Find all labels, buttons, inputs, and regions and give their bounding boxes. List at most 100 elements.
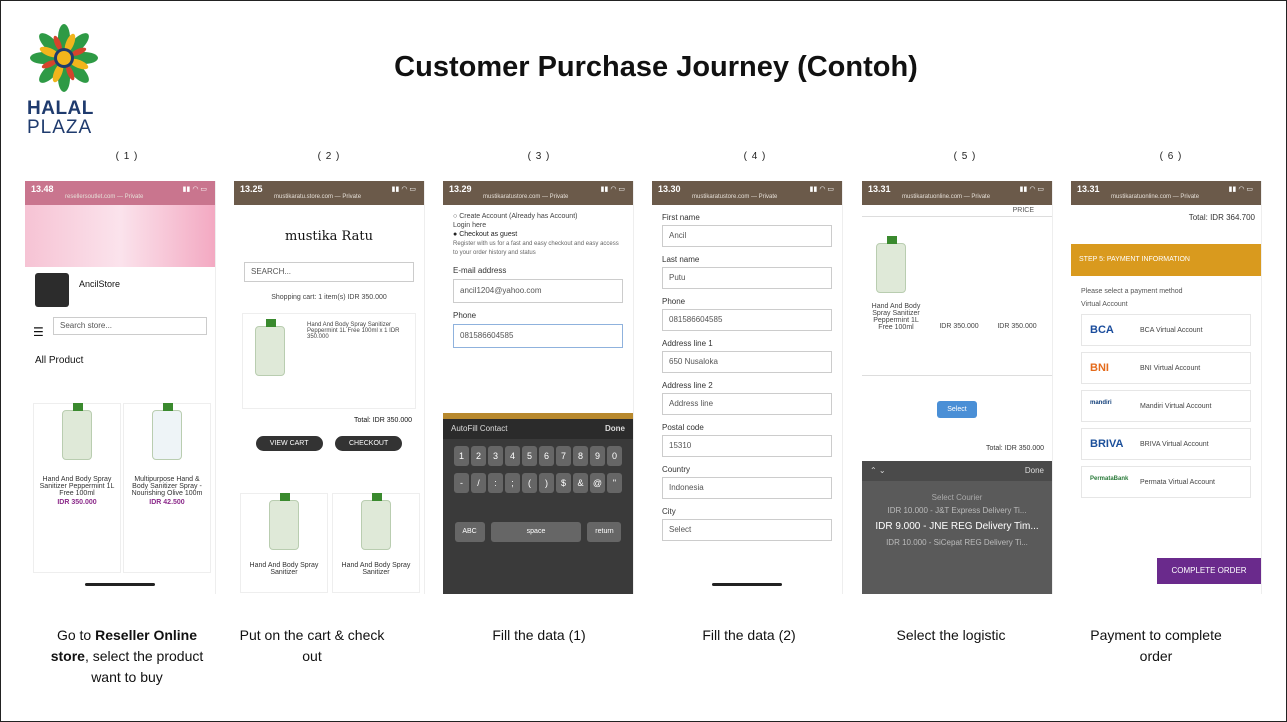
signal-icon: ▮▮ ◠ ▭ xyxy=(1019,186,1044,193)
product-card[interactable]: Hand And Body Spray Sanitizer Peppermint… xyxy=(33,403,121,573)
page-title: Customer Purchase Journey (Contoh) xyxy=(394,51,918,83)
done-button[interactable]: Done xyxy=(1025,466,1044,475)
flower-emblem-icon xyxy=(30,24,98,92)
cart-item: Hand And Body Spray Sanitizer Peppermint… xyxy=(242,313,416,409)
courier-option[interactable]: IDR 10.000 - SiCepat REG Delivery Ti... xyxy=(862,538,1052,547)
form-field-input[interactable]: Putu xyxy=(662,267,832,289)
bank-logo-icon: BCA xyxy=(1090,324,1114,336)
bank-logo-icon: mandiri xyxy=(1090,400,1112,406)
form-field-input[interactable]: 650 Nusaloka xyxy=(662,351,832,373)
number-key-row: 1234567890 xyxy=(443,439,633,466)
form-field-label: Phone xyxy=(662,297,686,306)
done-button[interactable]: Done xyxy=(605,424,625,433)
guest-note: Register with us for a fast and easy che… xyxy=(453,241,619,256)
bank-option[interactable]: BRIVA BRIVA Virtual Account xyxy=(1081,428,1251,460)
on-screen-keyboard: AutoFill Contact Done 1234567890 - /:;() $… xyxy=(443,419,633,594)
keyboard-key[interactable]: $ xyxy=(556,473,571,493)
picker-arrows-icon[interactable]: ⌃ ⌄ xyxy=(870,466,886,475)
product-card[interactable]: Hand And Body Spray Sanitizer xyxy=(332,493,420,593)
form-field-input[interactable]: Select xyxy=(662,519,832,541)
section-title: All Product xyxy=(35,355,84,366)
form-field-input[interactable]: Address line xyxy=(662,393,832,415)
keyboard-key[interactable]: : xyxy=(488,473,503,493)
email-field[interactable]: ancil1204@yahoo.com xyxy=(453,279,623,303)
form-field-input[interactable]: Ancil xyxy=(662,225,832,247)
keyboard-key[interactable]: 3 xyxy=(488,446,503,466)
courier-select[interactable]: Select xyxy=(937,401,977,418)
screenshot-fill-data-2: 13.30 mustikaratustore.com — Private ▮▮ … xyxy=(652,181,843,594)
bank-option-label: BRIVA Virtual Account xyxy=(1140,441,1209,448)
store-banner xyxy=(25,205,215,267)
product-card[interactable]: Multipurpose Hand & Body Sanitizer Spray… xyxy=(123,403,211,573)
store-name: AncilStore xyxy=(79,279,121,289)
step-number-2: ( 2 ) xyxy=(317,151,341,162)
keyboard-key[interactable]: 8 xyxy=(573,446,588,466)
keyboard-key[interactable]: ) xyxy=(539,473,554,493)
keyboard-key[interactable]: - xyxy=(454,473,469,493)
keyboard-key[interactable]: @ xyxy=(590,473,605,493)
form-field-input[interactable]: Indonesia xyxy=(662,477,832,499)
bank-option[interactable]: PermataBank Permata Virtual Account xyxy=(1081,466,1251,498)
courier-option-selected[interactable]: IDR 9.000 - JNE REG Delivery Tim... xyxy=(862,521,1052,532)
keyboard-key[interactable]: 6 xyxy=(539,446,554,466)
checkout-button[interactable]: CHECKOUT xyxy=(334,436,403,451)
menu-icon[interactable]: ☰ xyxy=(33,325,44,339)
complete-order-button[interactable]: COMPLETE ORDER xyxy=(1157,558,1261,584)
product-card[interactable]: Hand And Body Spray Sanitizer xyxy=(240,493,328,593)
bank-option[interactable]: BNI BNI Virtual Account xyxy=(1081,352,1251,384)
form-field-label: Address line 1 xyxy=(662,339,713,348)
keyboard-key[interactable]: 5 xyxy=(522,446,537,466)
keyboard-key[interactable]: 0 xyxy=(607,446,622,466)
signal-icon: ▮▮ ◠ ▭ xyxy=(391,186,416,193)
virtual-account-label: Virtual Account xyxy=(1081,301,1128,308)
status-bar: 13.29 mustikaratustore.com — Private ▮▮ … xyxy=(443,181,633,205)
screenshot-fill-data-1: 13.29 mustikaratustore.com — Private ▮▮ … xyxy=(443,181,634,594)
keyboard-key[interactable]: 9 xyxy=(590,446,605,466)
courier-option[interactable]: IDR 10.000 - J&T Express Delivery Ti... xyxy=(862,506,1052,515)
keyboard-key[interactable]: & xyxy=(573,473,588,493)
keyboard-key[interactable]: 2 xyxy=(471,446,486,466)
cart-total: Total: IDR 350.000 xyxy=(354,417,412,424)
form-field-label: City xyxy=(662,507,676,516)
keyboard-key[interactable]: 1 xyxy=(454,446,469,466)
order-total: Total: IDR 364.700 xyxy=(1188,213,1255,222)
bank-logo-icon: BNI xyxy=(1090,362,1109,374)
avatar xyxy=(35,273,69,307)
form-field-label: First name xyxy=(662,213,700,222)
caption-step-1: Go to Reseller Online store, select the … xyxy=(50,627,204,685)
signal-icon: ▮▮ ◠ ▭ xyxy=(1228,186,1253,193)
keyboard-key[interactable]: 7 xyxy=(556,446,571,466)
return-key[interactable]: return xyxy=(587,522,622,542)
caption-step-3: Fill the data (1) xyxy=(492,627,586,643)
keyboard-key[interactable]: " xyxy=(607,473,622,493)
cart-summary[interactable]: Shopping cart: 1 item(s) IDR 350.000 xyxy=(244,294,414,301)
login-link[interactable]: Login here xyxy=(453,222,623,229)
guest-option[interactable]: ● Checkout as guest xyxy=(453,231,623,238)
keyboard-key[interactable]: ( xyxy=(522,473,537,493)
search-row: ☰ Search store... xyxy=(33,317,207,345)
keyboard-key[interactable]: / xyxy=(471,473,486,493)
view-cart-button[interactable]: VIEW CART xyxy=(255,436,323,451)
search-input[interactable]: Search store... xyxy=(53,317,207,335)
autofill-contact-button[interactable]: AutoFill Contact xyxy=(451,424,507,433)
form-field-input[interactable]: 15310 xyxy=(662,435,832,457)
order-total: Total: IDR 350.000 xyxy=(986,445,1044,452)
bank-option[interactable]: mandiri Mandiri Virtual Account xyxy=(1081,390,1251,422)
status-bar: 13.48 resellersoutlet.com — Private ▮▮ ◠… xyxy=(25,181,215,205)
abc-key[interactable]: ABC xyxy=(454,522,485,542)
keyboard-key[interactable]: ; xyxy=(505,473,520,493)
create-account-option[interactable]: ○ Create Account (Already has Account) xyxy=(453,213,623,220)
symbol-key-row: - /:;() $ & @ " xyxy=(443,466,633,493)
product-image xyxy=(269,493,299,550)
search-input[interactable]: SEARCH... xyxy=(244,262,414,282)
form-field-input[interactable]: 081586604585 xyxy=(662,309,832,331)
keyboard-key[interactable]: 4 xyxy=(505,446,520,466)
phone-field[interactable]: 081586604585 xyxy=(453,324,623,348)
price-column-header: PRICE xyxy=(1012,207,1034,214)
form-field-label: Address line 2 xyxy=(662,381,713,390)
space-key[interactable]: space xyxy=(491,522,581,542)
bank-option[interactable]: BCA BCA Virtual Account xyxy=(1081,314,1251,346)
bank-list: BCA BCA Virtual Account BNI BNI Virtual Acc… xyxy=(1071,314,1261,498)
order-row: Hand And Body Spray Sanitizer Peppermint… xyxy=(862,216,1052,376)
halal-plaza-logo: HALAL PLAZA xyxy=(23,23,105,139)
